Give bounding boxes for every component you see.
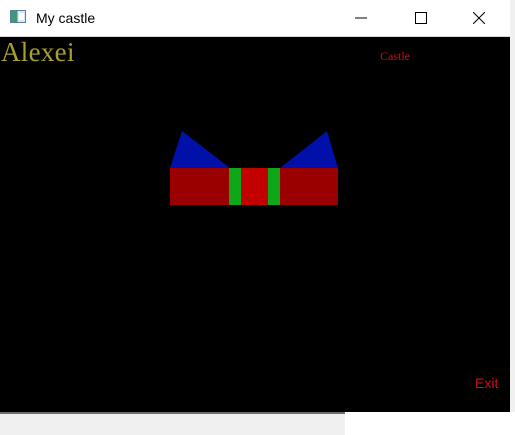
minimize-button[interactable] xyxy=(338,0,384,36)
app-window: My castle Alexei Castle Exit xyxy=(0,0,510,412)
left-post xyxy=(229,168,241,205)
left-roof xyxy=(170,131,230,168)
window-titlebar[interactable]: My castle xyxy=(0,0,510,36)
exit-link[interactable]: Exit xyxy=(475,375,498,391)
castle-drawing xyxy=(170,131,338,205)
maximize-icon xyxy=(415,12,427,24)
window-bottom-edge xyxy=(345,412,515,435)
right-post xyxy=(268,168,280,205)
close-button[interactable] xyxy=(456,0,502,36)
user-name: Alexei xyxy=(1,37,75,67)
close-icon xyxy=(473,12,485,24)
app-window-icon xyxy=(10,10,26,23)
castle-canvas[interactable]: Alexei Castle Exit xyxy=(0,37,510,412)
right-roof xyxy=(280,131,338,168)
bottom-shadow xyxy=(0,412,345,414)
minimize-icon xyxy=(355,17,367,19)
maximize-button[interactable] xyxy=(398,0,444,36)
castle-link[interactable]: Castle xyxy=(380,49,410,63)
castle-gate xyxy=(241,168,268,205)
window-title: My castle xyxy=(36,10,96,26)
